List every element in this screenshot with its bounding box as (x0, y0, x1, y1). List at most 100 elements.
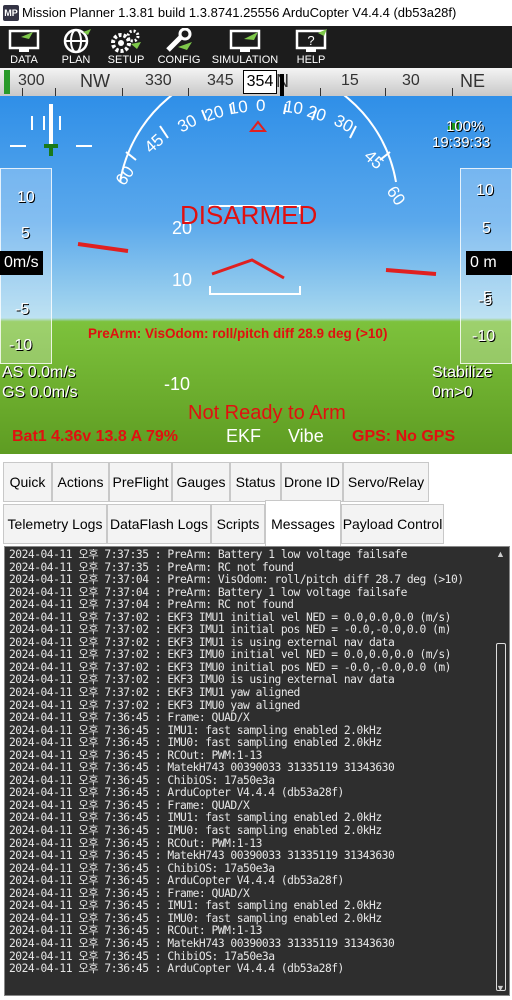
scroll-down-icon[interactable]: ▼ (496, 983, 505, 993)
tab-drone-id[interactable]: Drone ID (281, 462, 343, 502)
pitch-label: 10 (172, 270, 193, 290)
heading-tape: 300 NW 330 345 N 15 30 NE 354 (0, 68, 512, 96)
message-line: 2024-04-11 오후 7:36:45 : MatekH743 003900… (9, 761, 395, 775)
roll-label: 10 (227, 96, 250, 119)
message-line: 2024-04-11 오후 7:36:45 : IMU0: fast sampl… (9, 736, 382, 750)
altitude-readout: 0 m (466, 251, 512, 275)
altitude-tick: -10 (472, 328, 496, 345)
data-button-label: DATA (10, 54, 38, 66)
title-bar: MP Mission Planner 1.3.81 build 1.3.8741… (0, 0, 512, 26)
message-line: 2024-04-11 오후 7:36:45 : MatekH743 003900… (9, 849, 395, 863)
tab-quick[interactable]: Quick (3, 462, 52, 502)
data-button[interactable]: DATA (2, 26, 46, 68)
message-line: 2024-04-11 오후 7:36:45 : MatekH743 003900… (9, 936, 395, 950)
clock: 19:39:33 (432, 134, 491, 151)
heading-readout: 354 (243, 70, 277, 94)
app-logo-icon: MP (3, 5, 19, 21)
scroll-thumb[interactable] (496, 643, 506, 991)
plan-button[interactable]: PLAN (56, 26, 96, 68)
heading-label: NW (80, 71, 110, 91)
vibe-label: Vibe (288, 426, 324, 446)
arm-status: Not Ready to Arm (188, 402, 346, 424)
link-quality: 100% (446, 118, 485, 135)
gears-icon (111, 29, 141, 53)
message-line: 2024-04-11 오후 7:37:35 : PreArm: Battery … (9, 549, 407, 561)
heading-label: 15 (341, 72, 359, 89)
messages-panel[interactable]: 2024-04-11 오후 7:37:35 : PreArm: Battery … (4, 546, 510, 996)
speed-tick: -5 (15, 301, 30, 318)
simulation-button[interactable]: SIMULATION (208, 26, 282, 68)
message-line: 2024-04-11 오후 7:36:45 : ArduCopter V4.4.… (9, 962, 344, 976)
tab-servo-relay[interactable]: Servo/Relay (343, 462, 429, 502)
pitch-label: -10 (164, 374, 191, 394)
heading-tick (122, 88, 123, 96)
heading-marker-green (4, 70, 10, 94)
tab-status[interactable]: Status (230, 462, 281, 502)
heading-tick (188, 88, 189, 96)
help-button-label: HELP (296, 54, 326, 66)
gps-status: GPS: No GPS (352, 428, 456, 445)
help-monitor-icon: ? (295, 29, 327, 52)
setup-button-label: SETUP (107, 54, 145, 66)
tab-preflight[interactable]: PreFlight (109, 462, 172, 502)
monitor-icon (229, 29, 261, 52)
message-line: 2024-04-11 오후 7:37:04 : PreArm: VisOdom:… (9, 573, 464, 587)
altitude-tick: -5 (478, 292, 493, 309)
heading-pointer (280, 74, 284, 96)
tab-messages[interactable]: Messages (265, 500, 341, 546)
ekf-label: EKF (226, 426, 262, 446)
heading-tick (452, 88, 453, 96)
prearm-message: PreArm: VisOdom: roll/pitch diff 28.9 de… (88, 326, 388, 341)
monitor-plane-icon (8, 29, 40, 52)
scroll-up-icon[interactable]: ▲ (496, 549, 505, 559)
altitude-tick: 5 (482, 220, 491, 237)
wrench-icon (166, 28, 192, 52)
heading-tick (55, 88, 56, 96)
heading-tick (320, 88, 321, 96)
messages-scrollbar[interactable]: ▲ ▼ (493, 547, 509, 995)
help-button[interactable]: ? HELP (288, 26, 334, 68)
main-toolbar: DATA PLAN SETUP CONFIG SIMULATION ? HELP (0, 26, 512, 68)
ekf-status[interactable]: EKF (226, 426, 261, 447)
flight-mode: Stabilize (432, 364, 493, 381)
tab-telemetry-logs[interactable]: Telemetry Logs (3, 504, 107, 544)
tab-control: Quick Actions PreFlight Gauges Status Dr… (0, 454, 512, 546)
heading-label: 330 (145, 72, 172, 89)
heading-tick (385, 88, 386, 96)
tab-dataflash-logs[interactable]: DataFlash Logs (107, 504, 211, 544)
messages-list[interactable]: 2024-04-11 오후 7:37:35 : PreArm: Battery … (9, 549, 489, 993)
battery-status: Bat1 4.36v 13.8 A 79% (12, 428, 179, 445)
heading-label: 345 (207, 72, 234, 89)
disarmed-status: DISARMED (180, 200, 318, 230)
roll-label: 10 (282, 96, 305, 119)
heading-label: 30 (402, 72, 420, 89)
simulation-button-label: SIMULATION (211, 54, 279, 66)
speed-tick: 5 (21, 225, 30, 242)
groundspeed-readout: GS 0.0m/s (2, 384, 78, 401)
tab-gauges[interactable]: Gauges (172, 462, 230, 502)
plan-button-label: PLAN (61, 54, 91, 66)
airspeed-readout: AS 0.0m/s (2, 364, 76, 381)
hud-display[interactable]: 60 45 30 20 10 0 10 20 30 45 60 20 10 -1… (0, 96, 512, 454)
message-line: 2024-04-11 오후 7:36:45 : ArduCopter V4.4.… (9, 874, 344, 888)
tab-actions[interactable]: Actions (52, 462, 109, 502)
message-line: 2024-04-11 오후 7:37:04 : PreArm: RC not f… (9, 598, 294, 612)
heading-label: NE (460, 71, 486, 91)
heading-label: 300 (18, 72, 45, 89)
tab-scripts[interactable]: Scripts (211, 504, 265, 544)
setup-button[interactable]: SETUP (104, 26, 148, 68)
message-line: 2024-04-11 오후 7:37:02 : EKF3 IMU1 initia… (9, 623, 451, 637)
speed-tick: -10 (9, 337, 33, 354)
svg-text:?: ? (307, 33, 314, 48)
waypoint-distance: 0m>0 (432, 384, 473, 401)
speed-tick: 10 (17, 189, 35, 206)
roll-label: 0 (256, 96, 266, 115)
config-button[interactable]: CONFIG (154, 26, 204, 68)
altitude-tick: 10 (476, 182, 494, 199)
tab-payload-control[interactable]: Payload Control (341, 504, 444, 544)
message-line: 2024-04-11 오후 7:37:02 : EKF3 IMU1 yaw al… (9, 686, 300, 700)
message-line: 2024-04-11 오후 7:36:45 : IMU0: fast sampl… (9, 824, 382, 838)
vibe-status[interactable]: Vibe (288, 426, 324, 447)
globe-icon (63, 28, 91, 54)
config-button-label: CONFIG (157, 54, 201, 66)
